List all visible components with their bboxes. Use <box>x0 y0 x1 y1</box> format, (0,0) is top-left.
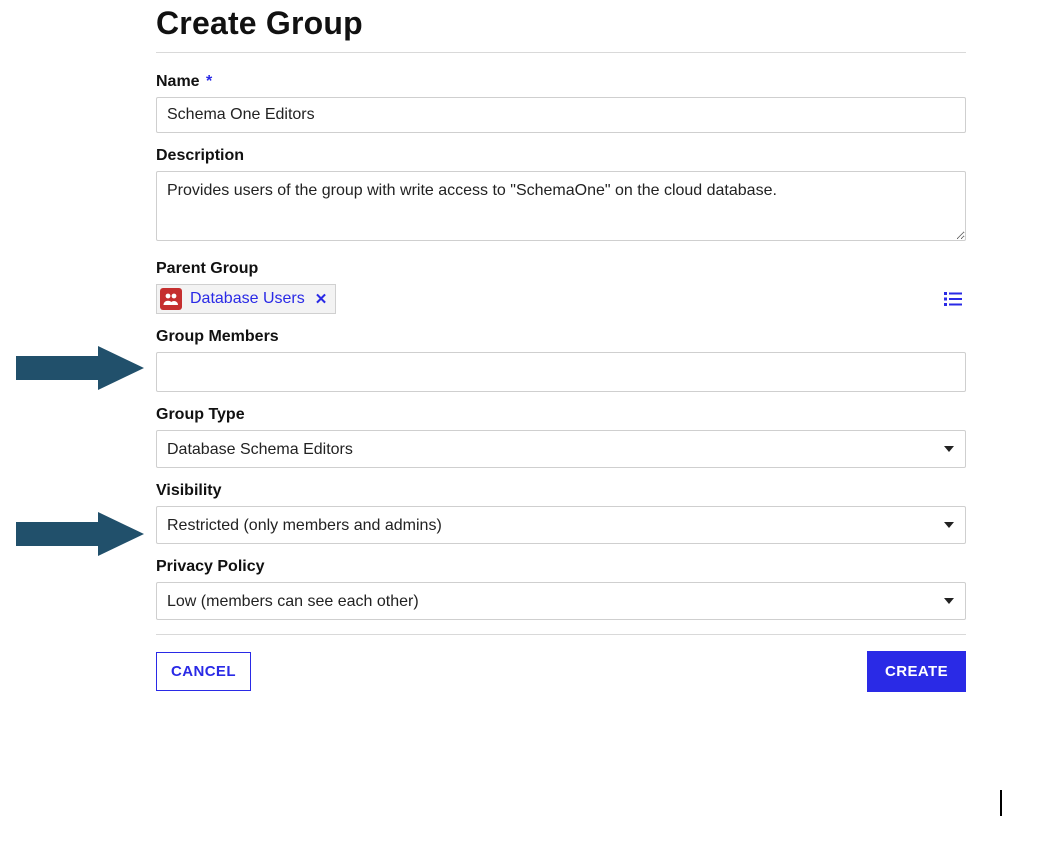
visibility-select[interactable]: Restricted (only members and admins) <box>156 506 966 544</box>
remove-icon[interactable]: ✕ <box>313 290 330 308</box>
privacy-policy-select[interactable]: Low (members can see each other) <box>156 582 966 620</box>
create-button[interactable]: CREATE <box>867 651 966 692</box>
field-privacy-policy: Privacy Policy Low (members can see each… <box>156 558 966 620</box>
name-label: Name * <box>156 73 966 91</box>
field-group-type: Group Type Database Schema Editors <box>156 406 966 468</box>
text-caret <box>1000 790 1002 816</box>
divider <box>156 52 966 53</box>
list-icon[interactable] <box>940 288 966 310</box>
users-group-icon <box>160 288 182 310</box>
create-group-form: Create Group Name * Description Provides… <box>156 5 966 692</box>
group-type-label: Group Type <box>156 406 966 424</box>
name-label-text: Name <box>156 73 200 90</box>
group-type-select[interactable]: Database Schema Editors <box>156 430 966 468</box>
field-description: Description Provides users of the group … <box>156 147 966 246</box>
parent-group-label: Parent Group <box>156 260 966 278</box>
field-parent-group: Parent Group Database Users ✕ <box>156 260 966 314</box>
name-input[interactable] <box>156 97 966 133</box>
divider <box>156 634 966 635</box>
form-footer: CANCEL CREATE <box>156 651 966 692</box>
parent-group-chip[interactable]: Database Users ✕ <box>156 284 336 314</box>
annotation-arrow-parent-group <box>16 346 136 390</box>
privacy-policy-label: Privacy Policy <box>156 558 966 576</box>
group-members-input[interactable] <box>156 352 966 392</box>
field-group-members: Group Members <box>156 328 966 392</box>
group-members-label: Group Members <box>156 328 966 346</box>
field-visibility: Visibility Restricted (only members and … <box>156 482 966 544</box>
cancel-button[interactable]: CANCEL <box>156 652 251 691</box>
description-label: Description <box>156 147 966 165</box>
required-asterisk: * <box>206 73 212 90</box>
parent-group-chip-label: Database Users <box>190 290 305 308</box>
annotation-arrow-group-type <box>16 512 136 556</box>
field-name: Name * <box>156 73 966 133</box>
visibility-label: Visibility <box>156 482 966 500</box>
description-textarea[interactable]: Provides users of the group with write a… <box>156 171 966 241</box>
page-title: Create Group <box>156 5 966 42</box>
